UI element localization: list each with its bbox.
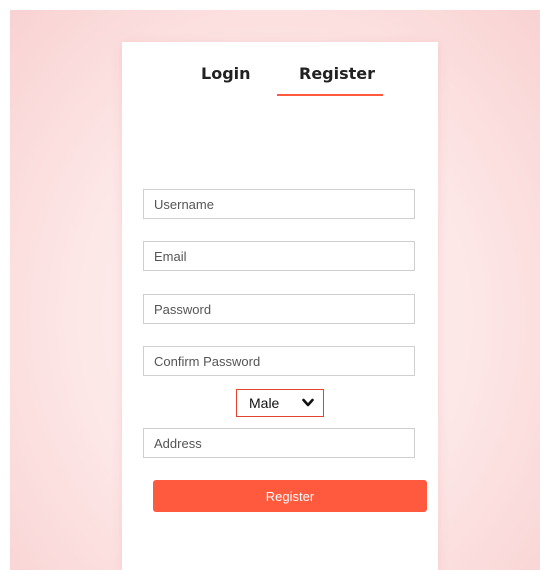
tab-register[interactable]: Register xyxy=(299,62,375,86)
address-input[interactable] xyxy=(143,428,415,458)
confirm-password-input[interactable] xyxy=(143,346,415,376)
register-button[interactable]: Register xyxy=(153,480,427,512)
email-input[interactable] xyxy=(143,241,415,271)
password-input[interactable] xyxy=(143,294,415,324)
tab-login[interactable]: Login xyxy=(201,62,251,86)
gender-select[interactable]: Male xyxy=(236,389,324,417)
active-tab-indicator xyxy=(277,94,383,96)
auth-card: Login Register Male Register xyxy=(122,42,438,570)
username-input[interactable] xyxy=(143,189,415,219)
gender-select-value: Male xyxy=(249,395,280,411)
chevron-down-icon xyxy=(302,398,314,407)
